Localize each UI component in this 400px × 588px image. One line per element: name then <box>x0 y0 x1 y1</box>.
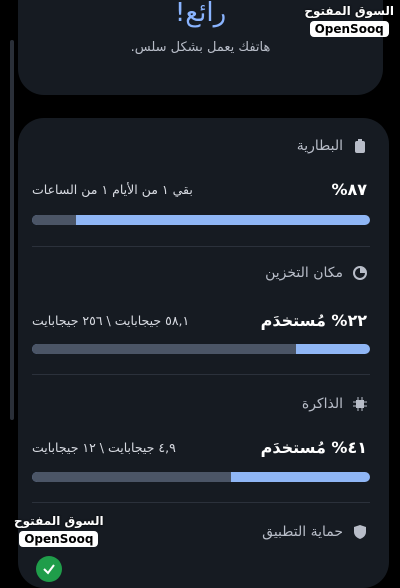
storage-amount: ٥٨,١ جيجابايت \ ٢٥٦ جيجابايت <box>32 313 190 328</box>
memory-title: الذاكرة <box>301 396 343 412</box>
watermark-latin: OpenSooq <box>19 531 99 547</box>
status-subtitle: هاتفك يعمل بشكل سلس. <box>130 40 271 55</box>
app-protection-title: حماية التطبيق <box>262 524 343 540</box>
memory-chip-icon <box>353 397 367 411</box>
shield-icon <box>353 525 367 539</box>
memory-usage-bar <box>32 472 370 482</box>
battery-header[interactable]: البطارية <box>297 138 367 154</box>
battery-row: بقي ١ من الأيام ١ من الساعات ٨٧% <box>32 180 367 199</box>
storage-usage-bar <box>32 344 370 354</box>
watermark-arabic: السوق المفتوح <box>304 4 394 18</box>
storage-bar-used <box>32 344 296 354</box>
memory-amount: ٤,٩ جيجابايت \ ١٢ جيجابايت <box>32 440 176 455</box>
storage-header[interactable]: مكان التخزين <box>265 265 367 281</box>
battery-icon <box>353 139 367 153</box>
check-circle-icon <box>36 556 62 582</box>
divider <box>32 374 370 375</box>
memory-row: ٤,٩ جيجابايت \ ١٢ جيجابايت ٤١% مُستخدَم <box>32 438 367 457</box>
battery-title: البطارية <box>296 138 343 154</box>
app-protection-header[interactable]: حماية التطبيق <box>262 524 367 540</box>
storage-title: مكان التخزين <box>265 265 343 281</box>
watermark-logo-bottom: السوق المفتوح OpenSooq <box>14 514 104 547</box>
pie-chart-icon <box>353 266 367 280</box>
scrollbar[interactable] <box>10 40 14 420</box>
watermark-logo-top: السوق المفتوح OpenSooq <box>304 4 394 37</box>
memory-used-percent: ٤١% مُستخدَم <box>260 438 367 457</box>
memory-header[interactable]: الذاكرة <box>302 396 367 412</box>
watermark-latin: OpenSooq <box>309 21 389 37</box>
battery-percent: ٨٧% <box>331 180 367 199</box>
storage-used-percent: ٢٢% مُستخدَم <box>260 311 367 330</box>
divider <box>32 246 370 247</box>
storage-row: ٥٨,١ جيجابايت \ ٢٥٦ جيجابايت ٢٢% مُستخدَ… <box>32 311 367 330</box>
memory-bar-used <box>32 472 232 482</box>
watermark-arabic: السوق المفتوح <box>14 514 104 528</box>
divider <box>32 502 370 503</box>
battery-level-bar <box>32 215 370 225</box>
battery-bar-remaining-track <box>32 215 76 225</box>
battery-time-left: بقي ١ من الأيام ١ من الساعات <box>32 182 193 197</box>
